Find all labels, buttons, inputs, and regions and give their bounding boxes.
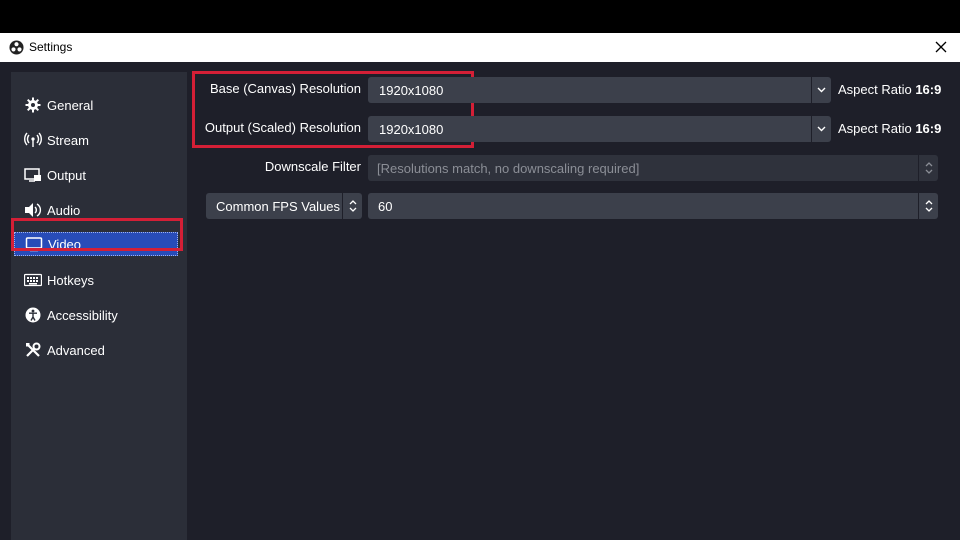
base-aspect-ratio: Aspect Ratio 16:9 — [838, 82, 942, 97]
sidebar-item-label: Video — [48, 236, 82, 252]
monitor-icon — [25, 235, 43, 253]
output-aspect-ratio: Aspect Ratio 16:9 — [838, 121, 942, 136]
downscale-filter-combo[interactable]: [Resolutions match, no downscaling requi… — [368, 155, 938, 181]
settings-window: General Stream Output Audio Video Hotkey… — [0, 62, 960, 540]
sidebar-item-video[interactable]: Video — [14, 232, 178, 256]
updown-arrows-icon[interactable] — [918, 193, 938, 219]
fps-type-value: Common FPS Values — [216, 198, 341, 214]
downscale-filter-value: [Resolutions match, no downscaling requi… — [377, 160, 640, 176]
obs-logo-icon — [9, 40, 24, 55]
output-icon — [24, 166, 42, 184]
speaker-icon — [24, 201, 42, 219]
sidebar-item-accessibility[interactable]: Accessibility — [14, 303, 178, 327]
title-bar: Settings — [0, 33, 960, 62]
chevron-down-icon[interactable] — [811, 116, 831, 142]
sidebar-item-output[interactable]: Output — [14, 163, 178, 187]
close-button[interactable] — [930, 36, 952, 58]
sidebar-item-label: Hotkeys — [47, 272, 94, 288]
broadcast-icon — [24, 131, 42, 149]
sidebar-item-label: General — [47, 97, 94, 113]
fps-value-combo[interactable]: 60 — [368, 193, 938, 219]
output-resolution-combo[interactable]: 1920x1080 — [368, 116, 831, 142]
sidebar-item-stream[interactable]: Stream — [14, 128, 178, 152]
output-resolution-label: Output (Scaled) Resolution — [204, 120, 361, 135]
chevron-down-icon[interactable] — [811, 77, 831, 103]
base-resolution-value: 1920x1080 — [379, 82, 444, 98]
sidebar-item-label: Accessibility — [47, 307, 118, 323]
sidebar-item-label: Stream — [47, 132, 89, 148]
sidebar-item-general[interactable]: General — [14, 93, 178, 117]
settings-sidebar: General Stream Output Audio Video Hotkey… — [11, 72, 187, 540]
updown-arrows-icon[interactable] — [918, 155, 938, 181]
base-resolution-label: Base (Canvas) Resolution — [209, 81, 361, 96]
fps-value: 60 — [378, 198, 393, 214]
downscale-filter-label: Downscale Filter — [264, 159, 361, 174]
sidebar-item-label: Advanced — [47, 342, 105, 358]
keyboard-icon — [24, 271, 42, 289]
tools-icon — [24, 341, 42, 359]
accessibility-icon — [24, 306, 42, 324]
sidebar-item-advanced[interactable]: Advanced — [14, 338, 178, 362]
sidebar-item-label: Audio — [47, 202, 81, 218]
gear-icon — [24, 96, 42, 114]
sidebar-item-hotkeys[interactable]: Hotkeys — [14, 268, 178, 292]
window-title: Settings — [29, 40, 73, 54]
fps-type-select[interactable]: Common FPS Values — [206, 193, 362, 219]
output-resolution-value: 1920x1080 — [379, 121, 444, 137]
updown-arrows-icon[interactable] — [342, 193, 362, 219]
base-resolution-combo[interactable]: 1920x1080 — [368, 77, 831, 103]
sidebar-item-label: Output — [47, 167, 87, 183]
sidebar-item-audio[interactable]: Audio — [14, 198, 178, 222]
close-icon — [935, 41, 947, 53]
